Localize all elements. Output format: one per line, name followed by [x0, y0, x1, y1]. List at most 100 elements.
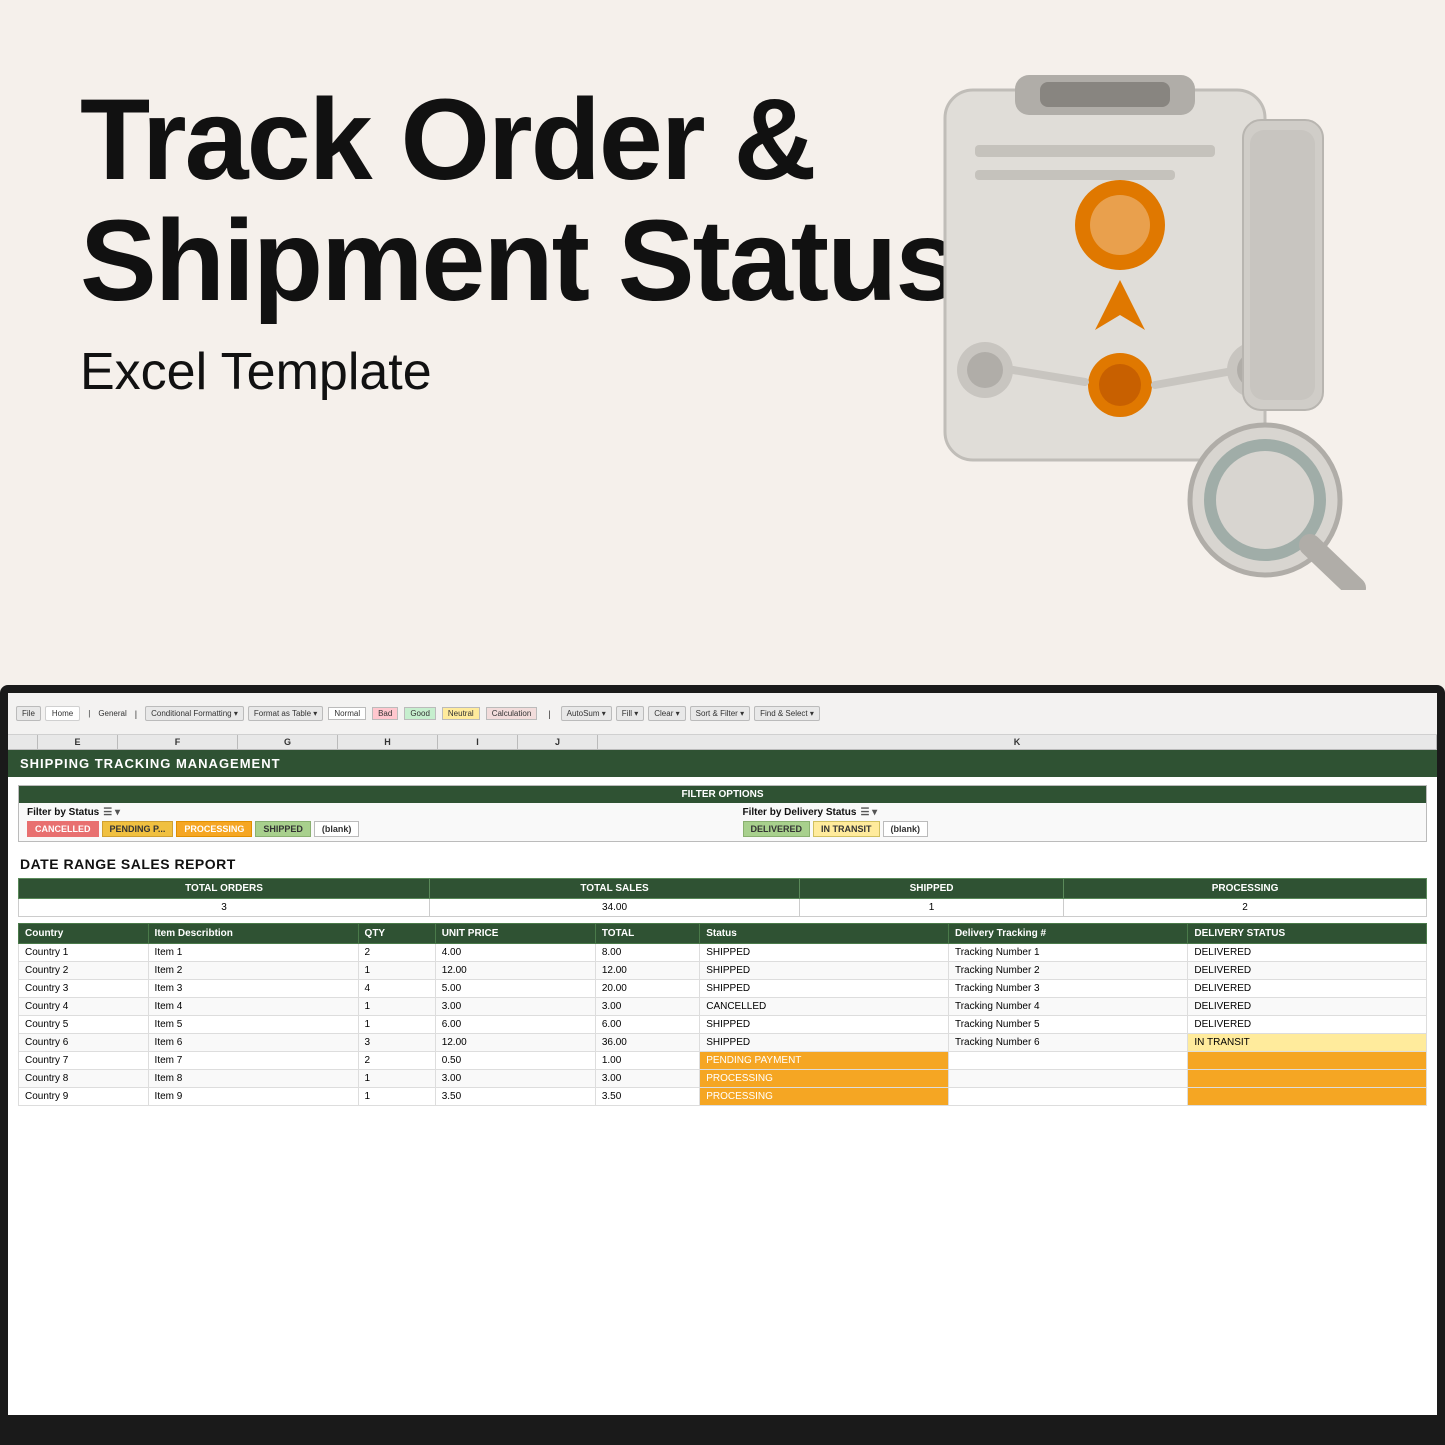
sheet-title: SHIPPING TRACKING MANAGEMENT	[8, 750, 1437, 777]
cell-tracking	[948, 1088, 1187, 1106]
col-header-J: J	[518, 735, 598, 749]
col-country: Country	[19, 924, 149, 944]
col-header-I: I	[438, 735, 518, 749]
style-bad[interactable]: Bad	[372, 707, 398, 720]
cell-tracking: Tracking Number 4	[948, 998, 1187, 1016]
cell-delivery-status: DELIVERED	[1188, 944, 1427, 962]
cell-qty: 3	[358, 1034, 435, 1052]
cell-total: 12.00	[595, 962, 699, 980]
cell-unit-price: 12.00	[435, 1034, 595, 1052]
ribbon-format-as-table[interactable]: Format as Table ▾	[248, 706, 323, 721]
cell-delivery-status	[1188, 1088, 1427, 1106]
summary-val-shipped: 1	[800, 899, 1064, 917]
hero-subtitle: Excel Template	[80, 342, 957, 402]
cell-total: 6.00	[595, 1016, 699, 1034]
ribbon-find-select[interactable]: Find & Select ▾	[754, 706, 820, 721]
cell-status: PROCESSING	[700, 1070, 949, 1088]
hero-title: Track Order & Shipment Status	[80, 80, 957, 322]
filter-tag-shipped[interactable]: SHIPPED	[255, 821, 311, 837]
filter-tag-processing[interactable]: PROCESSING	[176, 821, 252, 837]
monitor-frame: File Home | General | Conditional Format…	[0, 685, 1445, 1445]
cell-item: Item 5	[148, 1016, 358, 1034]
col-header-K: K	[598, 735, 1437, 749]
cell-unit-price: 0.50	[435, 1052, 595, 1070]
hero-section: Track Order & Shipment Status Excel Temp…	[80, 80, 957, 402]
ribbon-clear[interactable]: Clear ▾	[648, 706, 685, 721]
table-row: Country 4 Item 4 1 3.00 3.00 CANCELLED T…	[19, 998, 1427, 1016]
col-total: TOTAL	[595, 924, 699, 944]
col-header-G: G	[238, 735, 338, 749]
cell-total: 20.00	[595, 980, 699, 998]
cell-delivery-status	[1188, 1070, 1427, 1088]
filter-delivery-label-row: Filter by Delivery Status ☰ ▾	[743, 807, 1419, 818]
ribbon-conditional-formatting[interactable]: Conditional Formatting ▾	[145, 706, 244, 721]
cell-item: Item 3	[148, 980, 358, 998]
summary-header-processing: PROCESSING	[1064, 879, 1427, 899]
cell-qty: 1	[358, 998, 435, 1016]
summary-table: TOTAL ORDERS TOTAL SALES SHIPPED PROCESS…	[18, 878, 1427, 917]
style-normal[interactable]: Normal	[328, 707, 366, 720]
filter-status-label: Filter by Status	[27, 807, 99, 818]
col-item: Item Describtion	[148, 924, 358, 944]
cell-status: SHIPPED	[700, 1016, 949, 1034]
table-row: Country 9 Item 9 1 3.50 3.50 PROCESSING	[19, 1088, 1427, 1106]
filter-tag-blank-status[interactable]: (blank)	[314, 821, 360, 837]
cell-tracking: Tracking Number 5	[948, 1016, 1187, 1034]
ribbon-sort-filter[interactable]: Sort & Filter ▾	[690, 706, 750, 721]
cell-status: SHIPPED	[700, 962, 949, 980]
ribbon-fill[interactable]: Fill ▾	[616, 706, 644, 721]
cell-unit-price: 5.00	[435, 980, 595, 998]
cell-delivery-status: DELIVERED	[1188, 962, 1427, 980]
cell-delivery-status: IN TRANSIT	[1188, 1034, 1427, 1052]
excel-ribbon: File Home | General | Conditional Format…	[8, 693, 1437, 735]
cell-status: CANCELLED	[700, 998, 949, 1016]
filter-tag-in-transit[interactable]: IN TRANSIT	[813, 821, 880, 837]
cell-delivery-status: DELIVERED	[1188, 998, 1427, 1016]
filter-tag-cancelled[interactable]: CANCELLED	[27, 821, 99, 837]
cell-total: 3.00	[595, 998, 699, 1016]
summary-header-total-orders: TOTAL ORDERS	[19, 879, 430, 899]
filter-tag-pending[interactable]: PENDING P...	[102, 821, 174, 837]
hero-title-line1: Track Order &	[80, 76, 815, 204]
ribbon-home-tab[interactable]: Home	[45, 706, 80, 721]
cell-country: Country 4	[19, 998, 149, 1016]
cell-status: PENDING PAYMENT	[700, 1052, 949, 1070]
cell-country: Country 2	[19, 962, 149, 980]
cell-qty: 2	[358, 944, 435, 962]
filter-tag-blank-delivery[interactable]: (blank)	[883, 821, 929, 837]
cell-qty: 1	[358, 962, 435, 980]
cell-item: Item 9	[148, 1088, 358, 1106]
data-table: Country Item Describtion QTY UNIT PRICE …	[18, 923, 1427, 1106]
ribbon-general-label: General	[98, 709, 126, 718]
table-row: Country 6 Item 6 3 12.00 36.00 SHIPPED T…	[19, 1034, 1427, 1052]
col-header-F: F	[118, 735, 238, 749]
ribbon-autosum[interactable]: AutoSum ▾	[561, 706, 612, 721]
delivery-filter-tags[interactable]: DELIVERED IN TRANSIT (blank)	[743, 821, 1419, 837]
cell-item: Item 4	[148, 998, 358, 1016]
cell-delivery-status: DELIVERED	[1188, 980, 1427, 998]
cell-country: Country 7	[19, 1052, 149, 1070]
filter-delivery-icon: ☰ ▾	[860, 807, 877, 818]
ribbon-file-tab[interactable]: File	[16, 706, 41, 721]
filter-by-status-group: Filter by Status ☰ ▾ CANCELLED PENDING P…	[27, 807, 703, 837]
cell-item: Item 7	[148, 1052, 358, 1070]
style-calc[interactable]: Calculation	[486, 707, 538, 720]
cell-country: Country 8	[19, 1070, 149, 1088]
cell-qty: 4	[358, 980, 435, 998]
filter-tag-delivered[interactable]: DELIVERED	[743, 821, 811, 837]
filter-status-icon: ☰ ▾	[103, 807, 120, 818]
cell-total: 3.00	[595, 1070, 699, 1088]
col-delivery-status: DELIVERY STATUS	[1188, 924, 1427, 944]
status-filter-tags[interactable]: CANCELLED PENDING P... PROCESSING SHIPPE…	[27, 821, 703, 837]
style-good[interactable]: Good	[404, 707, 436, 720]
cell-tracking	[948, 1052, 1187, 1070]
style-neutral[interactable]: Neutral	[442, 707, 480, 720]
table-row: Country 5 Item 5 1 6.00 6.00 SHIPPED Tra…	[19, 1016, 1427, 1034]
col-header-H: H	[338, 735, 438, 749]
cell-tracking: Tracking Number 3	[948, 980, 1187, 998]
cell-delivery-status: DELIVERED	[1188, 1016, 1427, 1034]
cell-country: Country 6	[19, 1034, 149, 1052]
hero-title-line2: Shipment Status	[80, 197, 957, 325]
cell-country: Country 1	[19, 944, 149, 962]
table-row: Country 3 Item 3 4 5.00 20.00 SHIPPED Tr…	[19, 980, 1427, 998]
